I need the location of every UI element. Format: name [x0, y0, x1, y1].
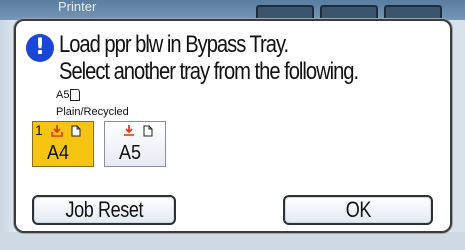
background-panel-bottom [0, 232, 465, 250]
alert-dialog: ! Load ppr blw in Bypass Tray. Select an… [14, 19, 452, 233]
paper-feed-icon [124, 125, 134, 136]
ok-button[interactable]: OK [283, 195, 433, 225]
background-panel-left [0, 20, 14, 250]
paper-type-label: Plain/Recycled [56, 106, 129, 118]
paper-size-info: A5 [56, 89, 81, 101]
message-line-2: Select another tray from the following. [59, 58, 359, 85]
exclamation-icon: ! [26, 34, 54, 62]
tray-number: 1 [35, 122, 43, 138]
ok-label: OK [345, 197, 371, 222]
background-panel-right [452, 20, 465, 250]
paper-sheet-icon [143, 125, 153, 137]
job-reset-label: Job Reset [65, 197, 143, 222]
paper-orientation-icon [70, 89, 81, 101]
tray-1-button[interactable]: 1 A4 [32, 121, 94, 167]
paper-size-label: A5 [56, 89, 70, 101]
background-title: Printer [58, 0, 97, 14]
tray-paper-size: A5 [119, 142, 142, 164]
tray-paper-size: A4 [47, 142, 70, 164]
paper-feed-icon [51, 125, 63, 137]
paper-sheet-icon [71, 125, 81, 137]
job-reset-button[interactable]: Job Reset [32, 195, 176, 225]
message-line-1: Load ppr blw in Bypass Tray. [59, 31, 289, 58]
tray-2-button[interactable]: A5 [104, 121, 166, 167]
